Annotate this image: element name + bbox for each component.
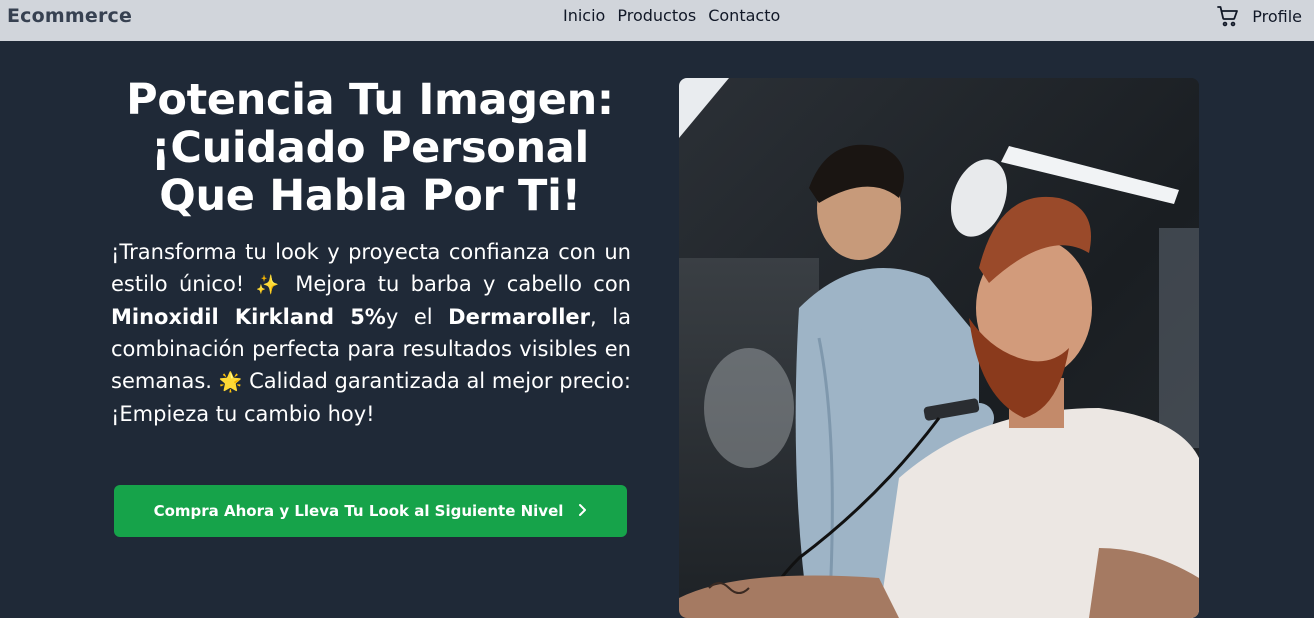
hero-title-line-3: Que Habla Por Ti!	[159, 171, 581, 221]
hero-image	[679, 78, 1199, 618]
hero-title: Potencia Tu Imagen: ¡Cuidado Personal Qu…	[100, 76, 640, 220]
hero-title-line-2: ¡Cuidado Personal	[151, 123, 589, 173]
navbar: Ecommerce Inicio Productos Contacto Prof…	[0, 0, 1314, 41]
product-minoxidil: Minoxidil Kirkland 5%	[111, 305, 386, 329]
chevron-right-icon	[577, 501, 587, 522]
nav-links: Inicio Productos Contacto	[563, 6, 780, 25]
brand-logo[interactable]: Ecommerce	[7, 5, 132, 27]
nav-link-contacto[interactable]: Contacto	[708, 6, 780, 25]
hero-description: ¡Transforma tu look y proyecta confianza…	[111, 236, 631, 430]
profile-link[interactable]: Profile	[1252, 7, 1302, 26]
product-dermaroller: Dermaroller	[448, 305, 591, 329]
hero-text-3: y el	[385, 305, 449, 329]
nav-link-inicio[interactable]: Inicio	[563, 6, 605, 25]
hero-title-line-1: Potencia Tu Imagen:	[126, 75, 614, 125]
shopping-cart-icon[interactable]	[1216, 4, 1240, 28]
nav-link-productos[interactable]: Productos	[617, 6, 696, 25]
buy-now-label: Compra Ahora y Lleva Tu Look al Siguient…	[153, 502, 564, 520]
buy-now-button[interactable]: Compra Ahora y Lleva Tu Look al Siguient…	[114, 485, 627, 537]
nav-right: Profile	[1216, 4, 1302, 28]
glowing-star-icon: 🌟	[218, 371, 243, 393]
sparkles-icon: ✨	[255, 274, 284, 296]
hero-text-2: Mejora tu barba y cabello con	[283, 272, 631, 296]
